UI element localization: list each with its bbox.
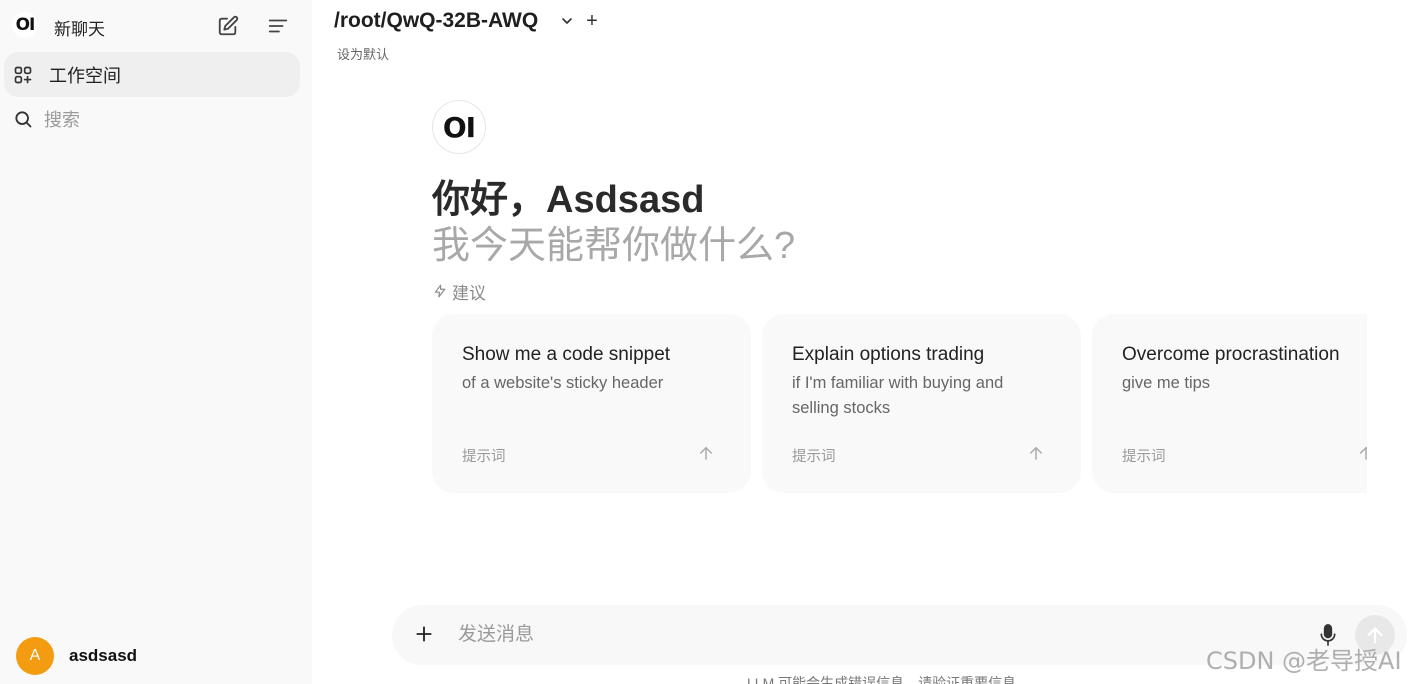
user-name: asdsasd (69, 646, 138, 665)
avatar[interactable]: A (16, 637, 54, 675)
message-input[interactable] (458, 620, 1278, 650)
user-menu[interactable]: A asdsasd (16, 636, 137, 676)
suggestions-label: 建议 (452, 283, 486, 303)
suggestion-subtitle: if I'm familiar with buying and selling … (792, 374, 1004, 417)
sidebar-item-label: 工作空间 (49, 65, 121, 86)
search-input[interactable]: 搜索 (44, 106, 80, 132)
menu-icon[interactable] (264, 12, 292, 40)
search-icon (12, 108, 34, 130)
arrow-up-icon[interactable] (696, 443, 716, 463)
suggestion-card[interactable]: Explain options trading if I'm familiar … (762, 314, 1081, 493)
greeting-subtitle: 我今天能帮你做什么? (432, 225, 796, 267)
arrow-up-icon[interactable] (1356, 443, 1367, 463)
disclaimer-text: LLM 可能会生成错误信息。请验证重要信息。 (747, 675, 1031, 684)
watermark: CSDN @老导授AI (1206, 647, 1402, 675)
new-chat-label[interactable]: 新聊天 (54, 15, 105, 40)
suggestion-title: Explain options trading (792, 344, 985, 365)
suggestion-card[interactable]: Overcome procrastination give me tips 提示… (1092, 314, 1367, 493)
edit-icon[interactable] (214, 12, 242, 40)
suggestion-subtitle: of a website's sticky header (462, 374, 664, 392)
sidebar-header: OI 新聊天 (0, 0, 312, 52)
app-logo[interactable]: OI (12, 12, 38, 38)
sidebar-item-workspace[interactable]: 工作空间 (4, 52, 300, 97)
model-logo: OI (432, 100, 486, 154)
suggestion-card[interactable]: Show me a code snippet of a website's st… (432, 314, 751, 493)
suggestion-title: Show me a code snippet (462, 344, 671, 365)
plus-icon[interactable] (412, 622, 436, 646)
suggestion-tag: 提示词 (462, 449, 506, 465)
app-window: OI 新聊天 工作空间 搜索 A asdsasd /root/QwQ-32B-A… (0, 0, 1416, 684)
grid-plus-icon (12, 64, 34, 86)
suggestion-tag: 提示词 (1122, 449, 1166, 465)
suggestions-header: 建议 (432, 280, 486, 303)
suggestion-title: Overcome procrastination (1122, 344, 1340, 365)
sidebar: OI 新聊天 工作空间 搜索 A asdsasd (0, 0, 312, 684)
add-model-button[interactable]: + (582, 9, 602, 33)
bolt-icon (432, 283, 448, 299)
set-default-button[interactable]: 设为默认 (337, 44, 389, 63)
model-selector[interactable]: /root/QwQ-32B-AWQ (334, 9, 538, 33)
sidebar-search[interactable]: 搜索 (4, 101, 300, 137)
suggestion-list: Show me a code snippet of a website's st… (432, 314, 1367, 494)
chevron-down-icon[interactable] (557, 11, 577, 31)
arrow-up-icon[interactable] (1026, 443, 1046, 463)
suggestion-tag: 提示词 (792, 449, 836, 465)
suggestion-subtitle: give me tips (1122, 374, 1211, 392)
